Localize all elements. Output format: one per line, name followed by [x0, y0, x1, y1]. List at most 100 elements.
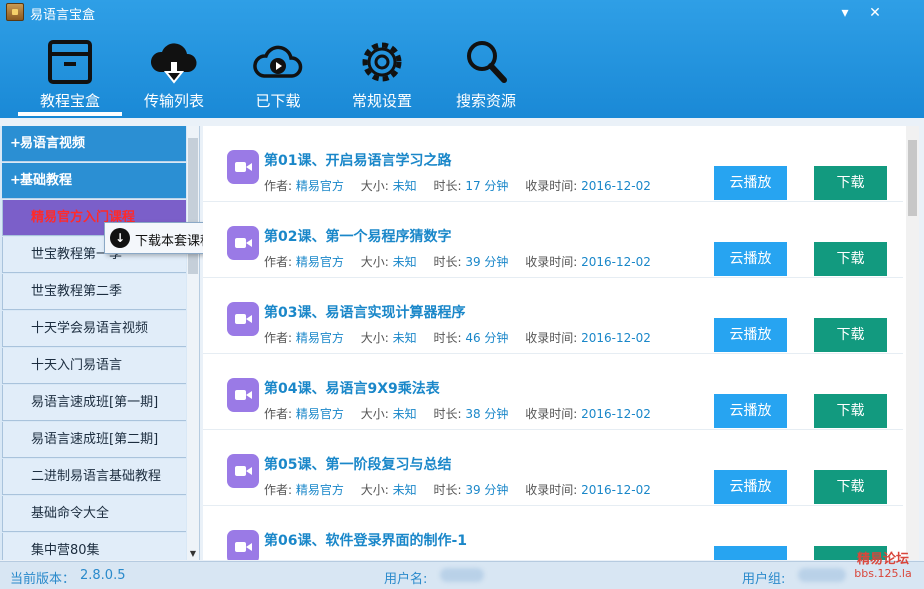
nav-label: 教程宝盒 [39, 92, 100, 110]
lesson-list: 第01课、开启易语言学习之路 作者: 精易官方 大小: 未知 时长: 17 分钟… [203, 126, 919, 560]
lesson-title[interactable]: 第04课、易语言9X9乘法表 [264, 378, 440, 398]
download-button[interactable]: 下载 [814, 470, 887, 504]
sidebar-item[interactable]: 易语言速成班[第二期] [2, 422, 186, 458]
sidebar: +易语言视频 +基础教程 精易官方入门课程 世宝教程第一季 世宝教程第二季 十天… [0, 126, 200, 560]
size-key: 大小: [360, 179, 389, 193]
video-icon [227, 150, 259, 184]
author-value: 精易官方 [295, 483, 344, 497]
lesson-row: 第02课、第一个易程序猜数字 作者: 精易官方 大小: 未知 时长: 39 分钟… [203, 202, 903, 278]
duration-key: 时长: [433, 407, 462, 421]
sidebar-category-video[interactable]: +易语言视频 [2, 126, 186, 162]
sidebar-scrollbar[interactable]: ▼ [187, 126, 199, 560]
lesson-row: 第05课、第一阶段复习与总结 作者: 精易官方 大小: 未知 时长: 39 分钟… [203, 430, 903, 506]
sidebar-item[interactable]: 二进制易语言基础教程 [2, 459, 186, 495]
author-value: 精易官方 [295, 331, 344, 345]
lesson-title[interactable]: 第02课、第一个易程序猜数字 [264, 226, 451, 246]
size-key: 大小: [360, 331, 389, 345]
lesson-row: 第01课、开启易语言学习之路 作者: 精易官方 大小: 未知 时长: 17 分钟… [203, 126, 903, 202]
sidebar-item[interactable]: 集中营80集 [2, 533, 186, 560]
video-icon [227, 530, 259, 560]
scrollbar-thumb[interactable] [908, 140, 917, 216]
nav-label: 常规设置 [351, 92, 412, 110]
video-icon [227, 378, 259, 412]
date-value: 2016-12-02 [581, 255, 651, 269]
size-value: 未知 [392, 179, 417, 193]
sidebar-item[interactable]: 世宝教程第二季 [2, 274, 186, 310]
cloud-play-button[interactable]: 云播放 [714, 318, 787, 352]
nav-tab-search-resources[interactable]: 搜索资源 [434, 30, 538, 114]
duration-key: 时长: [433, 179, 462, 193]
cloud-play-button[interactable] [714, 546, 787, 560]
sidebar-category-label: 易语言视频 [20, 136, 86, 151]
size-value: 未知 [392, 407, 417, 421]
lesson-meta: 作者: 精易官方 大小: 未知 时长: 39 分钟 收录时间: 2016-12-… [264, 253, 664, 270]
author-key: 作者: [264, 407, 293, 421]
date-key: 收录时间: [525, 255, 578, 269]
author-key: 作者: [264, 483, 293, 497]
author-key: 作者: [264, 255, 293, 269]
video-icon [227, 226, 259, 260]
lesson-title[interactable]: 第01课、开启易语言学习之路 [264, 150, 451, 170]
lesson-title[interactable]: 第06课、软件登录界面的制作-1 [264, 530, 467, 550]
duration-key: 时长: [433, 255, 462, 269]
download-button[interactable]: 下载 [814, 242, 887, 276]
cloud-play-button[interactable]: 云播放 [714, 166, 787, 200]
video-icon [227, 454, 259, 488]
watermark-title: 精易论坛 [856, 552, 909, 567]
sidebar-item[interactable]: 十天学会易语言视频 [2, 311, 186, 347]
duration-key: 时长: [433, 483, 462, 497]
sidebar-item[interactable]: 基础命令大全 [2, 496, 186, 532]
cloud-play-icon [253, 45, 303, 78]
date-value: 2016-12-02 [581, 483, 651, 497]
lesson-meta: 作者: 精易官方 大小: 未知 时长: 38 分钟 收录时间: 2016-12-… [264, 405, 664, 422]
nav-tab-transfer-list[interactable]: 传输列表 [122, 30, 226, 114]
sidebar-item[interactable]: 十天入门易语言 [2, 348, 186, 384]
lesson-meta: 作者: 精易官方 大小: 未知 时长: 46 分钟 收录时间: 2016-12-… [264, 329, 664, 346]
video-icon [227, 302, 259, 336]
lesson-list-scrollbar[interactable] [906, 126, 919, 560]
usergroup-redacted [798, 568, 846, 582]
nav-label: 传输列表 [143, 92, 204, 110]
cloud-play-button[interactable]: 云播放 [714, 394, 787, 428]
duration-value: 39 分钟 [465, 483, 509, 497]
close-button[interactable]: ✕ [866, 4, 884, 22]
download-button[interactable]: 下载 [814, 166, 887, 200]
username-redacted [440, 568, 484, 582]
nav-label: 已下载 [255, 92, 301, 110]
author-key: 作者: [264, 179, 293, 193]
sidebar-category-label: 基础教程 [20, 173, 73, 188]
lesson-row: 第04课、易语言9X9乘法表 作者: 精易官方 大小: 未知 时长: 38 分钟… [203, 354, 903, 430]
scroll-down-arrow-icon[interactable]: ▼ [188, 549, 198, 559]
cloud-play-button[interactable]: 云播放 [714, 242, 787, 276]
version-label: 当前版本： [10, 572, 76, 587]
lesson-row: 第03课、易语言实现计算器程序 作者: 精易官方 大小: 未知 时长: 46 分… [203, 278, 903, 354]
nav-tab-downloaded[interactable]: 已下载 [226, 30, 330, 114]
forum-watermark: 精易论坛 bbs.125.la [848, 548, 918, 582]
download-button[interactable]: 下载 [814, 394, 887, 428]
usergroup-label: 用户组: [742, 572, 786, 587]
lesson-title[interactable]: 第03课、易语言实现计算器程序 [264, 302, 465, 322]
nav-tab-settings[interactable]: 常规设置 [330, 30, 434, 114]
date-key: 收录时间: [525, 407, 578, 421]
download-icon: ↓ [110, 228, 130, 248]
duration-key: 时长: [433, 331, 462, 345]
version-value: 2.8.0.5 [80, 568, 126, 583]
author-key: 作者: [264, 331, 293, 345]
nav-tab-tutorial-box[interactable]: 教程宝盒 [18, 30, 122, 116]
minimize-button[interactable]: ▾ [836, 4, 854, 22]
duration-value: 38 分钟 [465, 407, 509, 421]
search-icon [467, 41, 507, 83]
main-nav: 教程宝盒 传输列表 已下载 常规设置 搜索资源 [0, 30, 924, 118]
lesson-meta: 作者: 精易官方 大小: 未知 时长: 17 分钟 收录时间: 2016-12-… [264, 177, 664, 194]
context-menu-label: 下载本套课程 [135, 234, 214, 249]
cloud-download-icon [150, 43, 197, 84]
author-value: 精易官方 [295, 407, 344, 421]
sidebar-item[interactable]: 易语言速成班[第一期] [2, 385, 186, 421]
download-button[interactable]: 下载 [814, 318, 887, 352]
cloud-play-button[interactable]: 云播放 [714, 470, 787, 504]
lesson-title[interactable]: 第05课、第一阶段复习与总结 [264, 454, 451, 474]
sidebar-category-basic[interactable]: +基础教程 [2, 163, 186, 199]
size-value: 未知 [392, 483, 417, 497]
size-value: 未知 [392, 331, 417, 345]
size-value: 未知 [392, 255, 417, 269]
